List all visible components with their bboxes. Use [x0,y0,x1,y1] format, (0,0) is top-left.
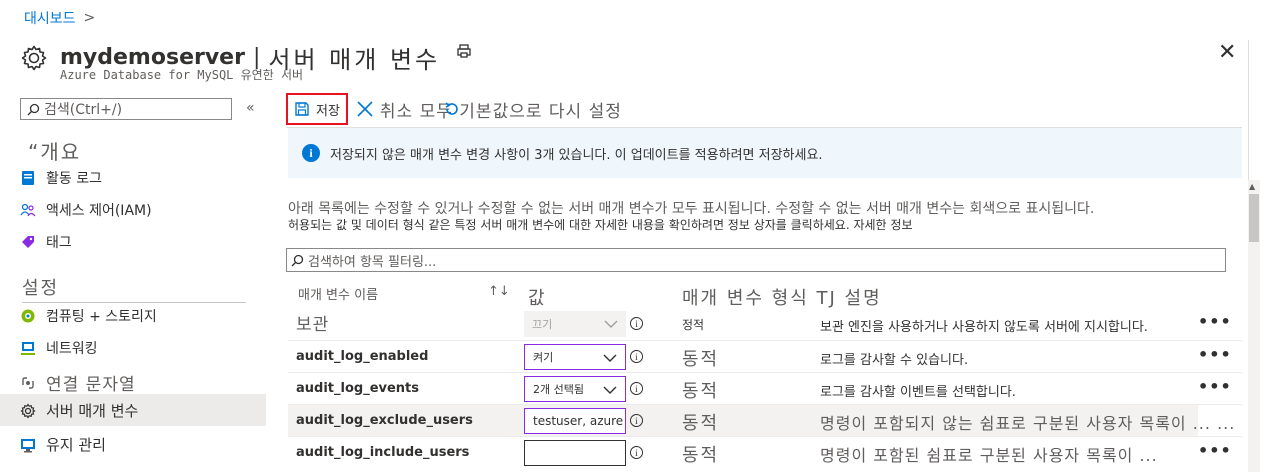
parameter-name: audit_log_events [296,381,420,396]
sidebar-item-connection-strings[interactable]: 연결 문자열 [20,370,136,395]
gear-icon [21,45,47,70]
parameter-value: 2개 선택됨 [533,383,584,396]
sidebar-item-label: 컴퓨팅 + 스토리지 [46,309,157,325]
more-options-icon[interactable]: ••• [1198,312,1232,331]
save-button-label: 저장 [316,103,340,119]
table-row: audit_log_include_users i 동적 명령이 포함된 쉼표로… [288,437,1231,469]
filter-input[interactable]: 검색하여 항목 필터링... [286,248,1226,272]
reset-icon[interactable] [444,101,460,117]
unsaved-changes-banner: i 저장되지 않은 매개 변수 변경 사항이 3개 있습니다. 이 업데이트를 … [288,128,1242,178]
parameter-value-dropdown[interactable]: 2개 선택됨 [524,376,626,402]
search-icon [27,103,40,115]
column-header-value: 값 [528,288,547,309]
close-icon[interactable]: ✕ [1218,40,1236,65]
print-icon[interactable] [456,43,472,59]
network-icon [21,342,35,355]
sidebar-item-label: 네트워킹 [46,341,98,357]
page-subtitle: Azure Database for MySQL 유연한 서버 [60,68,304,82]
chevron-right-icon: > [83,10,96,26]
filter-placeholder: 검색하여 항목 필터링... [308,254,437,270]
sidebar-item-compute-storage[interactable]: 컴퓨팅 + 스토리지 [20,306,157,326]
parameter-type: 동적 [682,349,720,370]
sidebar-item-activity-log[interactable]: 활동 로그 [20,168,102,188]
sidebar-section-settings: 설정 [22,274,246,303]
discard-reset-button[interactable]: 취소 모두 기본값으로 다시 설정 [380,97,622,122]
sidebar-item-label: 액세스 제어(IAM) [46,203,152,219]
chevron-down-icon [603,347,617,369]
breadcrumb-dashboard-link[interactable]: 대시보드 [24,8,76,28]
parameter-name: audit_log_enabled [296,349,429,364]
table-row: audit_log_exclude_users testuser, azure … [288,405,1234,437]
sidebar-item-overview[interactable]: “개요 [28,136,81,165]
description-line-2: 허용되는 값 및 데이터 형식 같은 특정 서버 매개 변수에 대한 자세한 내… [288,218,913,232]
parameter-type: 동적 [682,413,720,434]
parameter-value-input[interactable]: testuser, azure [524,408,626,434]
parameter-name: 보관 [296,315,330,335]
description-line-1: 아래 목록에는 수정할 수 있거나 수정할 수 없는 서버 매개 변수가 모두 … [288,201,1095,217]
parameter-description: 보관 엔진을 사용하거나 사용하지 않도록 서버에 지시합니다. [820,320,1148,335]
sidebar-item-tags[interactable]: 태그 [20,232,72,252]
info-icon[interactable]: i [630,350,643,363]
gear-icon [20,402,36,419]
column-header-name[interactable]: 매개 변수 이름 [298,284,378,303]
parameter-type: 정적 [682,318,705,332]
info-icon: i [302,144,320,162]
breadcrumb: 대시보드 > [24,8,95,28]
parameter-value-dropdown: 끄기 [524,311,626,337]
chevron-down-icon [603,379,617,401]
connection-icon [22,376,34,389]
parameter-value: 켜기 [533,351,554,364]
info-icon[interactable]: i [630,414,643,427]
column-header-type-description: 매개 변수 형식 TJ 설명 [682,288,882,309]
more-options-icon[interactable]: ••• [1198,441,1232,460]
parameter-description: 명령이 포함된 쉼표로 구분된 사용자 목록이 ... [820,446,1158,465]
search-icon [291,254,304,266]
parameter-type: 동적 [682,445,720,466]
scroll-up-icon[interactable]: ▲ [1249,182,1255,191]
sidebar-item-label: 태그 [46,235,72,251]
parameter-value-dropdown[interactable]: 켜기 [524,344,626,370]
sidebar-item-label: 연결 문자열 [46,375,136,395]
parameter-name: audit_log_include_users [296,445,470,460]
parameter-description: 명령이 포함되지 않는 쉼표로 구분된 사용자 목록이 ... ... [820,414,1236,433]
sidebar: 검색(Ctrl+/) « “개요 활동 로그 액세스 제어(IAM) 태그 설정… [0,96,268,472]
parameter-name: audit_log_exclude_users [296,413,473,428]
parameter-value-input[interactable] [524,440,626,466]
sidebar-item-label: 활동 로그 [46,171,102,187]
people-icon [20,203,36,217]
parameter-description: 로그를 감사할 수 있습니다. [820,353,969,368]
save-icon [295,102,309,116]
discard-icon[interactable] [356,100,374,118]
table-row: audit_log_enabled 켜기 i 동적 로그를 감사할 수 있습니다… [288,341,1231,373]
chevron-down-icon [604,313,618,335]
sidebar-item-networking[interactable]: 네트워킹 [20,338,98,358]
scrollbar-thumb[interactable] [1249,194,1259,242]
sidebar-item-iam[interactable]: 액세스 제어(IAM) [20,200,152,220]
tag-icon [22,236,34,248]
sidebar-item-maintenance[interactable]: 유지 관리 [20,434,106,455]
sidebar-item-label: 서버 매개 변수 [46,402,139,420]
compute-icon [21,309,35,323]
parameter-description: 로그를 감사할 이벤트를 선택합니다. [820,385,1016,400]
info-icon[interactable]: i [630,317,643,330]
more-options-icon[interactable]: ••• [1198,377,1232,396]
sidebar-item-server-parameters[interactable]: 서버 매개 변수 [20,400,138,421]
collapse-sidebar-button[interactable]: « [246,100,255,116]
table-row: audit_log_events 2개 선택됨 i 동적 로그를 감사할 이벤트… [288,373,1231,405]
banner-text: 저장되지 않은 매개 변수 변경 사항이 3개 있습니다. 이 업데이트를 적용… [330,147,823,163]
sidebar-search-placeholder: 검색(Ctrl+/) [44,102,123,118]
parameter-type: 동적 [682,381,720,402]
save-button[interactable]: 저장 [286,93,348,125]
info-icon[interactable]: i [630,382,643,395]
activity-log-icon [22,171,34,185]
sort-icon[interactable]: ↑↓ [488,284,510,299]
maintenance-icon [21,438,35,452]
sidebar-search-input[interactable]: 검색(Ctrl+/) [20,98,232,120]
table-row: 보관 끄기 i 정적 보관 엔진을 사용하거나 사용하지 않도록 서버에 지시합… [288,308,1231,340]
more-options-icon[interactable]: ••• [1198,345,1232,364]
parameter-value: testuser, azure [533,414,624,428]
info-icon[interactable]: i [630,446,643,459]
sidebar-item-label: 유지 관리 [46,436,106,454]
parameter-value: 끄기 [532,318,553,331]
